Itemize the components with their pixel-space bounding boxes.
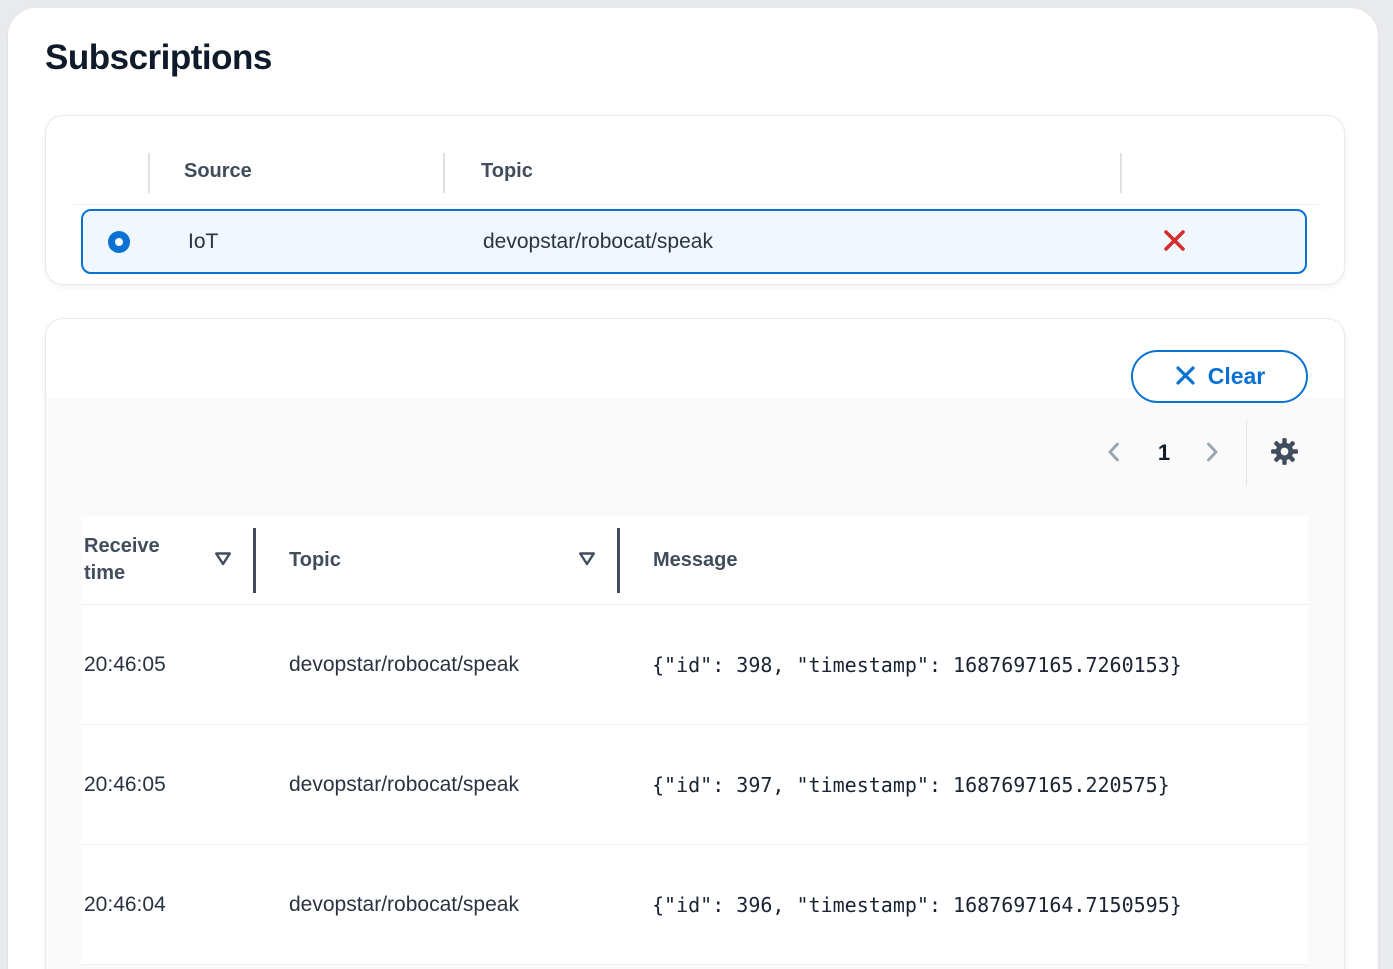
- triangle-down-icon: [578, 551, 596, 570]
- page-title: Subscriptions: [45, 38, 272, 78]
- gear-icon: [1269, 436, 1300, 470]
- subscription-topic: devopstar/robocat/speak: [483, 211, 713, 272]
- column-divider: [148, 153, 150, 193]
- radio-dot: [115, 238, 123, 246]
- table-row: 20:46:05 devopstar/robocat/speak {"id": …: [81, 725, 1308, 845]
- cell-message: {"id": 397, "timestamp": 1687697165.2205…: [618, 773, 1308, 797]
- cell-message: {"id": 398, "timestamp": 1687697165.7260…: [618, 653, 1308, 677]
- subscriptions-header-topic: Topic: [481, 160, 533, 183]
- triangle-down-icon: [214, 551, 232, 570]
- receive-time-filter-button[interactable]: [214, 551, 232, 570]
- next-page-button[interactable]: [1193, 434, 1231, 472]
- header-message-label: Message: [653, 547, 738, 574]
- subscription-source: IoT: [188, 211, 218, 272]
- cell-topic: devopstar/robocat/speak: [254, 893, 618, 917]
- column-divider: [1120, 153, 1122, 193]
- table-row: 20:46:04 devopstar/robocat/speak {"id": …: [81, 845, 1308, 965]
- messages-card: Clear 1: [45, 318, 1345, 969]
- pagination-divider: [1246, 420, 1247, 486]
- cell-topic: devopstar/robocat/speak: [254, 773, 618, 797]
- delete-subscription-button[interactable]: [1152, 221, 1196, 263]
- header-receive-time[interactable]: Receive time: [81, 516, 254, 604]
- topic-filter-button[interactable]: [578, 551, 596, 570]
- table-preferences-button[interactable]: [1262, 431, 1306, 475]
- header-topic-label: Topic: [289, 547, 341, 574]
- clear-x-icon: [1174, 364, 1197, 390]
- subscriptions-header-source: Source: [184, 160, 252, 183]
- subscriptions-card: Source Topic IoT devopstar/robocat/speak: [45, 115, 1345, 285]
- delete-x-icon: [1161, 227, 1188, 257]
- clear-label: Clear: [1208, 363, 1266, 390]
- column-resize-handle[interactable]: [253, 528, 256, 593]
- subscription-row[interactable]: IoT devopstar/robocat/speak: [81, 209, 1307, 274]
- cell-topic: devopstar/robocat/speak: [254, 653, 618, 677]
- cell-receive-time: 20:46:04: [81, 893, 254, 917]
- cell-receive-time: 20:46:05: [81, 653, 254, 677]
- header-topic[interactable]: Topic: [254, 516, 618, 604]
- messages-table: Receive time Topic: [81, 516, 1308, 965]
- header-receive-time-label: Receive time: [84, 533, 179, 587]
- previous-page-button[interactable]: [1095, 434, 1133, 472]
- column-divider: [443, 153, 445, 193]
- current-page[interactable]: 1: [1146, 434, 1182, 472]
- cell-message: {"id": 396, "timestamp": 1687697164.7150…: [618, 893, 1308, 917]
- header-divider: [73, 204, 1319, 205]
- chevron-right-icon: [1200, 440, 1224, 467]
- mqtt-test-client-page: Subscriptions Source Topic IoT devopstar…: [0, 0, 1393, 969]
- header-message: Message: [618, 516, 1308, 604]
- table-row: 20:46:05 devopstar/robocat/speak {"id": …: [81, 605, 1308, 725]
- table-header: Receive time Topic: [81, 516, 1308, 605]
- clear-button[interactable]: Clear: [1131, 350, 1308, 403]
- column-resize-handle[interactable]: [617, 528, 620, 593]
- chevron-left-icon: [1102, 440, 1126, 467]
- cell-receive-time: 20:46:05: [81, 773, 254, 797]
- subscription-radio[interactable]: [108, 231, 130, 253]
